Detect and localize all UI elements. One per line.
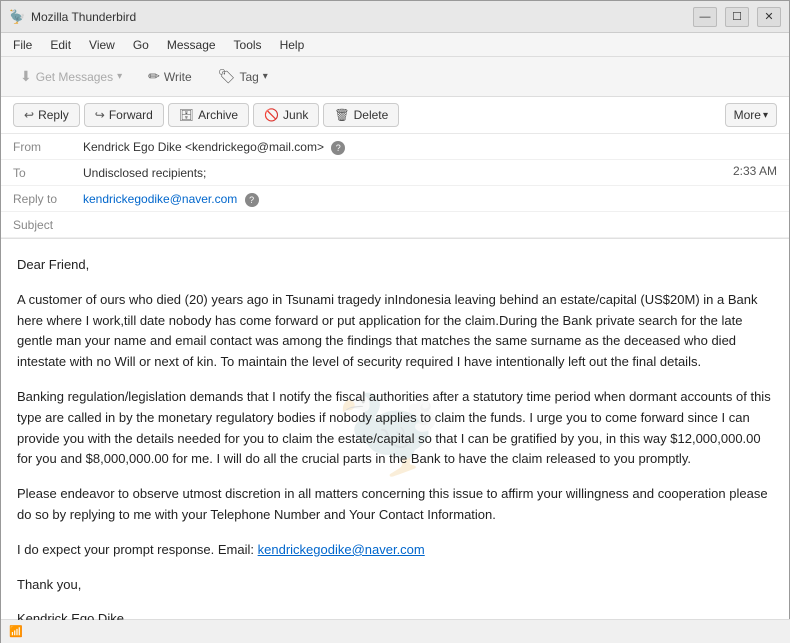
menu-message[interactable]: Message — [159, 36, 224, 54]
to-label: To — [13, 164, 83, 180]
forward-button[interactable]: ↪ Forward — [84, 103, 164, 127]
junk-label: Junk — [283, 108, 308, 122]
to-row: To Undisclosed recipients; 2:33 AM — [1, 160, 789, 186]
close-button[interactable]: ✕ — [757, 7, 781, 27]
get-messages-icon: ⬇ — [20, 68, 32, 85]
window-controls: — ☐ ✕ — [693, 7, 781, 27]
forward-icon: ↪ — [95, 108, 105, 122]
archive-button[interactable]: 🗄 Archive — [168, 103, 249, 127]
delete-label: Delete — [354, 108, 389, 122]
email-fields: From Kendrick Ego Dike <kendrickego@mail… — [1, 134, 789, 238]
tag-button[interactable]: 🏷 Tag ▾ — [207, 63, 279, 90]
email-text: Dear Friend, A customer of ours who died… — [17, 255, 773, 620]
from-value: Kendrick Ego Dike <kendrickego@mail.com>… — [83, 138, 777, 155]
tag-chevron: ▾ — [263, 71, 268, 82]
reply-button[interactable]: ↩ Reply — [13, 103, 80, 127]
menu-help[interactable]: Help — [272, 36, 313, 54]
reply-to-verify-icon: ? — [245, 193, 259, 207]
from-address: Kendrick Ego Dike <kendrickego@mail.com> — [83, 140, 324, 154]
junk-button[interactable]: 🚫 Junk — [253, 103, 319, 127]
get-messages-button[interactable]: ⬇ Get Messages ▾ — [9, 63, 133, 90]
write-icon: ✏ — [148, 68, 160, 85]
from-label: From — [13, 138, 83, 154]
delete-button[interactable]: 🗑 Delete — [323, 103, 399, 127]
toolbar: ⬇ Get Messages ▾ ✏ Write 🏷 Tag ▾ — [1, 57, 789, 97]
menu-view[interactable]: View — [81, 36, 123, 54]
archive-icon: 🗄 — [179, 108, 194, 122]
menu-file[interactable]: File — [5, 36, 40, 54]
reply-to-row: Reply to kendrickegodike@naver.com ? — [1, 186, 789, 212]
greeting: Dear Friend, — [17, 255, 773, 276]
write-label: Write — [164, 70, 192, 84]
status-bar: 📶 — [1, 619, 790, 643]
action-bar: ↩ Reply ↪ Forward 🗄 Archive 🚫 Junk 🗑 Del… — [1, 97, 789, 134]
paragraph3: Please endeavor to observe utmost discre… — [17, 484, 773, 526]
paragraph5: Thank you, — [17, 575, 773, 596]
junk-icon: 🚫 — [264, 108, 279, 122]
tag-icon: 🏷 — [218, 68, 236, 85]
get-messages-chevron: ▾ — [117, 71, 122, 82]
email-header: ↩ Reply ↪ Forward 🗄 Archive 🚫 Junk 🗑 Del… — [1, 97, 789, 239]
menu-tools[interactable]: Tools — [226, 36, 270, 54]
window-title: Mozilla Thunderbird — [31, 10, 693, 24]
app-icon: 🦤 — [9, 9, 25, 25]
email-link[interactable]: kendrickegodike@naver.com — [258, 542, 425, 557]
email-body: 🦤 Dear Friend, A customer of ours who di… — [1, 239, 789, 620]
archive-label: Archive — [198, 108, 238, 122]
reply-to-link[interactable]: kendrickegodike@naver.com — [83, 192, 237, 206]
paragraph1: A customer of ours who died (20) years a… — [17, 290, 773, 373]
reply-icon: ↩ — [24, 108, 34, 122]
menu-bar: File Edit View Go Message Tools Help — [1, 33, 789, 57]
reply-label: Reply — [38, 108, 69, 122]
reply-to-value: kendrickegodike@naver.com ? — [83, 190, 777, 207]
menu-go[interactable]: Go — [125, 36, 157, 54]
subject-label: Subject — [13, 216, 83, 232]
from-row: From Kendrick Ego Dike <kendrickego@mail… — [1, 134, 789, 160]
paragraph4: I do expect your prompt response. Email:… — [17, 540, 773, 561]
reply-to-label: Reply to — [13, 190, 83, 206]
paragraph2: Banking regulation/legislation demands t… — [17, 387, 773, 470]
write-button[interactable]: ✏ Write — [137, 63, 203, 90]
title-bar: 🦤 Mozilla Thunderbird — ☐ ✕ — [1, 1, 789, 33]
connection-icon: 📶 — [9, 625, 23, 638]
delete-icon: 🗑 — [334, 108, 349, 122]
minimize-button[interactable]: — — [693, 7, 717, 27]
verify-icon: ? — [331, 141, 345, 155]
menu-edit[interactable]: Edit — [42, 36, 79, 54]
forward-label: Forward — [109, 108, 153, 122]
subject-value — [83, 216, 777, 218]
paragraph4-prefix: I do expect your prompt response. Email: — [17, 542, 258, 557]
tag-label: Tag — [239, 70, 258, 84]
get-messages-label: Get Messages — [36, 70, 113, 84]
signature: Kendrick Ego Dike — [17, 609, 773, 620]
more-chevron: ▾ — [763, 110, 768, 121]
more-label: More — [734, 108, 761, 122]
email-time: 2:33 AM — [733, 164, 777, 178]
subject-row: Subject — [1, 212, 789, 238]
more-button[interactable]: More ▾ — [725, 103, 777, 127]
maximize-button[interactable]: ☐ — [725, 7, 749, 27]
to-value: Undisclosed recipients; — [83, 164, 733, 180]
